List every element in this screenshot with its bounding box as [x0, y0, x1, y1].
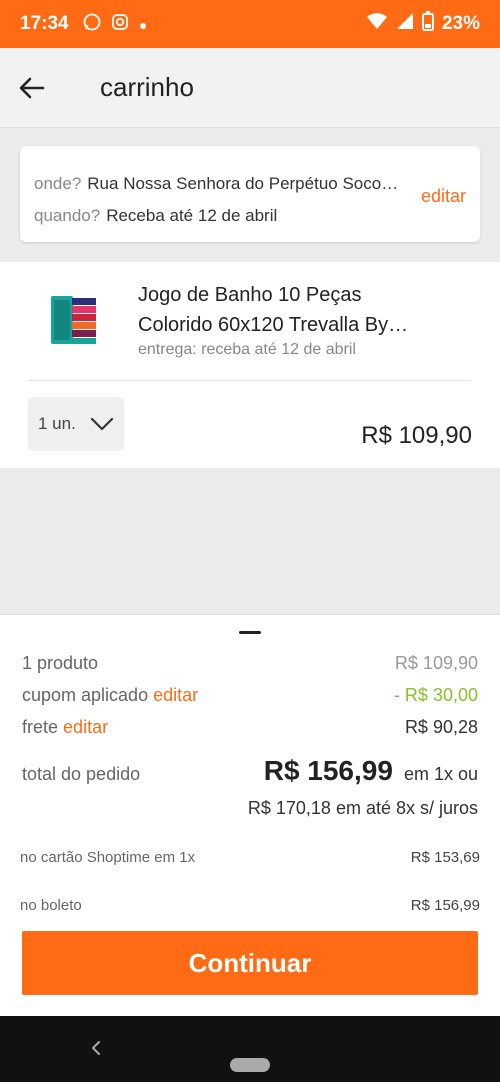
total-group: R$ 156,99 em 1x ou	[264, 755, 478, 787]
card-label: no cartão Shoptime em 1x	[20, 849, 196, 866]
coupon-label: cupom aplicado	[22, 685, 149, 705]
date-label: quando?	[34, 206, 101, 225]
address-label: onde?	[34, 174, 82, 193]
date-value: Receba até 12 de abril	[106, 206, 278, 225]
boleto-label: no boleto	[20, 897, 82, 914]
total-suffix: em 1x ou	[403, 764, 478, 784]
product-price: R$ 109,90	[361, 422, 472, 449]
delivery-date-row: quando? Receba até 12 de abril	[34, 200, 466, 232]
total-row: total do pedido R$ 156,99 em 1x ou	[22, 755, 478, 787]
card-payment-row: no cartão Shoptime em 1x R$ 153,69	[20, 849, 480, 866]
quantity-value: 1 un.	[38, 414, 76, 433]
status-bar: 17:34 23%	[0, 0, 500, 48]
instagram-icon	[111, 13, 129, 36]
installments-text: R$ 170,18 em até 8x s/ juros	[247, 798, 478, 818]
sheet-handle[interactable]	[239, 631, 261, 634]
product-name[interactable]: Jogo de Banho 10 Peças Colorido 60x120 T…	[138, 280, 468, 340]
coupon-row: cupom aplicado editar - R$ 30,00	[22, 685, 478, 706]
status-right: 23%	[366, 11, 480, 37]
shipping-label-group: frete editar	[22, 717, 108, 738]
boleto-payment-row: no boleto R$ 156,99	[20, 897, 480, 914]
products-value: R$ 109,90	[394, 653, 478, 673]
back-button[interactable]	[2, 48, 62, 128]
chevron-down-icon	[90, 417, 113, 431]
shipping-label: frete	[22, 717, 59, 737]
products-label: 1 produto	[22, 653, 99, 673]
whatsapp-icon	[83, 13, 101, 36]
edit-coupon-link[interactable]: editar	[153, 685, 198, 705]
nav-back-icon[interactable]	[86, 1036, 106, 1060]
system-nav-bar	[0, 1016, 500, 1082]
product-name-line1: Jogo de Banho 10 Peças	[138, 284, 362, 306]
coupon-label-group: cupom aplicado editar	[22, 685, 198, 706]
delivery-info-card: onde? Rua Nossa Senhora do Perpétuo Soco…	[20, 146, 480, 242]
status-time: 17:34	[20, 13, 69, 34]
delivery-address-row: onde? Rua Nossa Senhora do Perpétuo Soco…	[34, 168, 466, 200]
coupon-value: - R$ 30,00	[393, 685, 478, 705]
battery-percent: 23%	[441, 13, 480, 34]
signal-icon	[396, 12, 414, 36]
product-thumbnail[interactable]	[48, 290, 100, 348]
product-name-line2: Colorido 60x120 Trevalla By…	[138, 314, 409, 336]
total-value: R$ 156,99	[263, 755, 393, 786]
edit-delivery-link[interactable]: editar	[421, 186, 466, 207]
nav-home-pill[interactable]	[230, 1058, 270, 1072]
continue-button[interactable]: Continuar	[22, 931, 478, 995]
total-label: total do pedido	[22, 764, 141, 784]
divider	[28, 380, 470, 381]
shipping-row: frete editar R$ 90,28	[22, 717, 478, 738]
wifi-icon	[366, 12, 388, 36]
app-bar: carrinho	[0, 48, 500, 128]
products-row: 1 produto R$ 109,90	[22, 653, 478, 674]
product-shipping: entrega: receba até 12 de abril	[138, 341, 356, 358]
shipping-value: R$ 90,28	[404, 717, 478, 737]
battery-icon	[421, 11, 434, 37]
dot-icon	[139, 14, 147, 35]
card-value: R$ 153,69	[410, 849, 480, 866]
edit-shipping-link[interactable]: editar	[63, 717, 108, 737]
order-summary-sheet: 1 produto R$ 109,90 cupom aplicado edita…	[0, 614, 500, 1016]
boleto-value: R$ 156,99	[410, 897, 480, 914]
address-value: Rua Nossa Senhora do Perpétuo Soco…	[87, 174, 399, 193]
cart-item: Jogo de Banho 10 Peças Colorido 60x120 T…	[0, 262, 500, 468]
quantity-select[interactable]: 1 un.	[28, 397, 124, 451]
arrow-left-icon	[19, 77, 45, 98]
page-title: carrinho	[100, 72, 194, 102]
